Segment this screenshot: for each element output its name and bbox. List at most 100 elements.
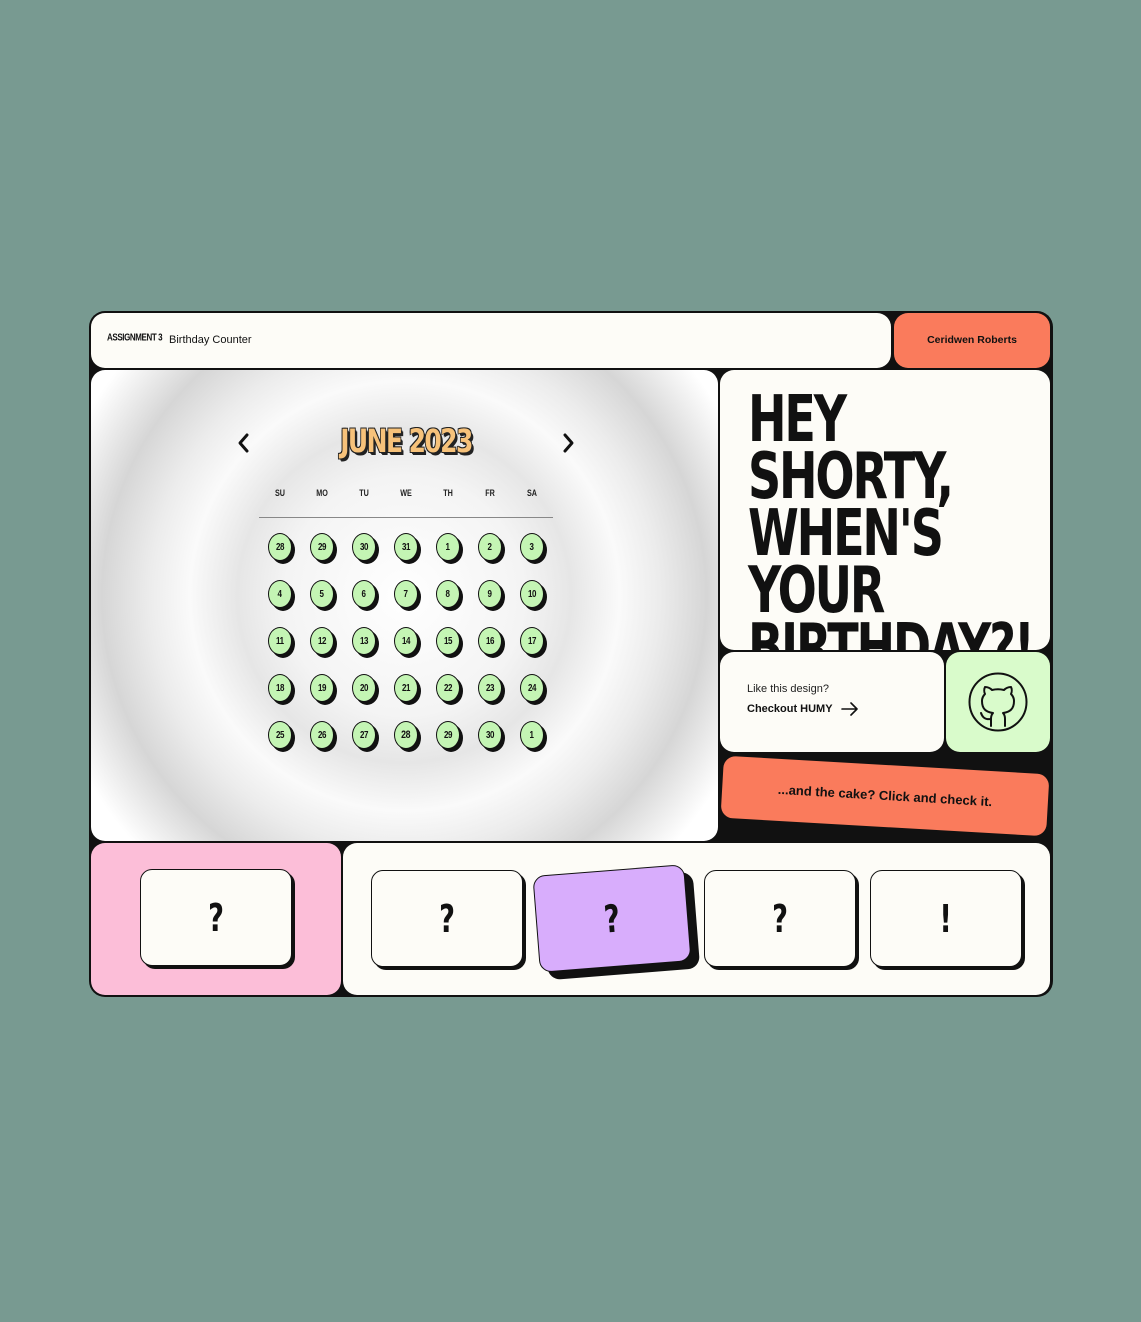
day-number: 11 [276, 635, 284, 647]
day-coin: 20 [352, 674, 376, 702]
cards-panel: ? ? ? ! [343, 843, 1050, 995]
weekday-label: SA [526, 488, 537, 498]
day-number: 25 [275, 729, 285, 741]
calendar-day[interactable]: 17 [511, 626, 553, 655]
calendar-day[interactable]: 20 [343, 673, 385, 702]
day-coin: 1 [520, 721, 544, 749]
calendar-day[interactable]: 31 [385, 532, 427, 561]
github-icon [968, 672, 1028, 732]
mystery-card-4[interactable]: ? [704, 870, 856, 967]
card-mark: ? [439, 896, 455, 941]
calendar-day[interactable]: 21 [385, 673, 427, 702]
calendar-day[interactable]: 2 [469, 532, 511, 561]
day-coin: 1 [436, 533, 460, 561]
calendar-day[interactable]: 28 [259, 532, 301, 561]
day-number: 6 [361, 588, 367, 600]
calendar-day[interactable]: 1 [511, 720, 553, 749]
calendar-day[interactable]: 1 [427, 532, 469, 561]
arrow-right-icon [840, 702, 858, 716]
day-number: 30 [359, 541, 369, 553]
day-coin: 4 [268, 580, 292, 608]
day-coin: 13 [352, 627, 376, 655]
calendar-day[interactable]: 8 [427, 579, 469, 608]
next-month-button[interactable] [557, 430, 579, 456]
github-button[interactable] [946, 652, 1050, 752]
calendar-day[interactable]: 29 [427, 720, 469, 749]
day-coin: 16 [478, 627, 502, 655]
mystery-card-2[interactable]: ? [371, 870, 523, 967]
day-coin: 29 [310, 533, 334, 561]
day-coin: 28 [394, 721, 418, 749]
day-coin: 10 [520, 580, 544, 608]
calendar-day[interactable]: 27 [343, 720, 385, 749]
day-number: 9 [487, 588, 493, 600]
calendar-day[interactable]: 10 [511, 579, 553, 608]
calendar-day[interactable]: 4 [259, 579, 301, 608]
prev-month-button[interactable] [233, 430, 255, 456]
day-coin: 6 [352, 580, 376, 608]
calendar-day[interactable]: 19 [301, 673, 343, 702]
calendar-day[interactable]: 5 [301, 579, 343, 608]
calendar-day[interactable]: 28 [385, 720, 427, 749]
day-number: 23 [485, 682, 495, 694]
calendar-day[interactable]: 24 [511, 673, 553, 702]
calendar-day[interactable]: 23 [469, 673, 511, 702]
final-card[interactable]: ! [870, 870, 1022, 967]
day-coin: 30 [352, 533, 376, 561]
calendar-day[interactable]: 16 [469, 626, 511, 655]
calendar-day[interactable]: 14 [385, 626, 427, 655]
calendar-day[interactable]: 25 [259, 720, 301, 749]
day-coin: 7 [394, 580, 418, 608]
day-coin: 22 [436, 674, 460, 702]
calendar-day[interactable]: 13 [343, 626, 385, 655]
day-coin: 23 [478, 674, 502, 702]
calendar-day[interactable]: 22 [427, 673, 469, 702]
calendar-day[interactable]: 26 [301, 720, 343, 749]
day-number: 17 [527, 635, 537, 647]
user-button[interactable]: Ceridwen Roberts [894, 313, 1050, 368]
calendar-day[interactable]: 7 [385, 579, 427, 608]
day-number: 24 [527, 682, 537, 694]
calendar-day[interactable]: 29 [301, 532, 343, 561]
day-number: 14 [401, 635, 411, 647]
hero-headline: HEY SHORTY, WHEN'S YOUR BIRTHDAY?! [748, 383, 1035, 650]
card-mark: ? [602, 895, 622, 942]
mystery-card-1[interactable]: ? [140, 869, 292, 966]
day-number: 22 [443, 682, 453, 694]
calendar-day[interactable]: 12 [301, 626, 343, 655]
calendar-day[interactable]: 18 [259, 673, 301, 702]
calendar-day[interactable]: 3 [511, 532, 553, 561]
calendar-panel: JUNE 2023 SU MO TU WE TH FR SA 28 29 30 31 1 2 3 4 5 6 7… [91, 370, 718, 841]
day-number: 16 [485, 635, 495, 647]
day-coin: 21 [394, 674, 418, 702]
calendar-day[interactable]: 11 [259, 626, 301, 655]
day-coin: 11 [268, 627, 292, 655]
day-number: 28 [401, 729, 411, 741]
day-coin: 9 [478, 580, 502, 608]
calendar-day[interactable]: 30 [343, 532, 385, 561]
day-coin: 17 [520, 627, 544, 655]
card-mark: ? [208, 895, 224, 940]
design-question: Like this design? [747, 683, 829, 695]
checkout-link[interactable]: Checkout HUMY [747, 702, 859, 716]
day-number: 30 [485, 729, 495, 741]
calendar-day[interactable]: 9 [469, 579, 511, 608]
calendar-day[interactable]: 6 [343, 579, 385, 608]
day-number: 12 [317, 635, 327, 647]
app-title: Birthday Counter [169, 334, 252, 346]
day-coin: 26 [310, 721, 334, 749]
calendar-day[interactable]: 15 [427, 626, 469, 655]
day-number: 2 [487, 541, 493, 553]
month-title: JUNE 2023 [340, 422, 473, 460]
mystery-card-3[interactable]: ? [532, 864, 692, 973]
day-coin: 29 [436, 721, 460, 749]
weekday-label: TH [443, 488, 453, 498]
day-coin: 28 [268, 533, 292, 561]
cake-banner-button[interactable]: ...and the cake? Click and check it. [720, 755, 1050, 837]
day-number: 18 [275, 682, 285, 694]
cake-banner-label: ...and the cake? Click and check it. [777, 781, 993, 810]
calendar-day[interactable]: 30 [469, 720, 511, 749]
calendar-grid: 28 29 30 31 1 2 3 4 5 6 7 8 9 10 11 12 13 14 15 16 17 18 19 20 2… [259, 532, 553, 749]
day-coin: 12 [310, 627, 334, 655]
day-coin: 3 [520, 533, 544, 561]
